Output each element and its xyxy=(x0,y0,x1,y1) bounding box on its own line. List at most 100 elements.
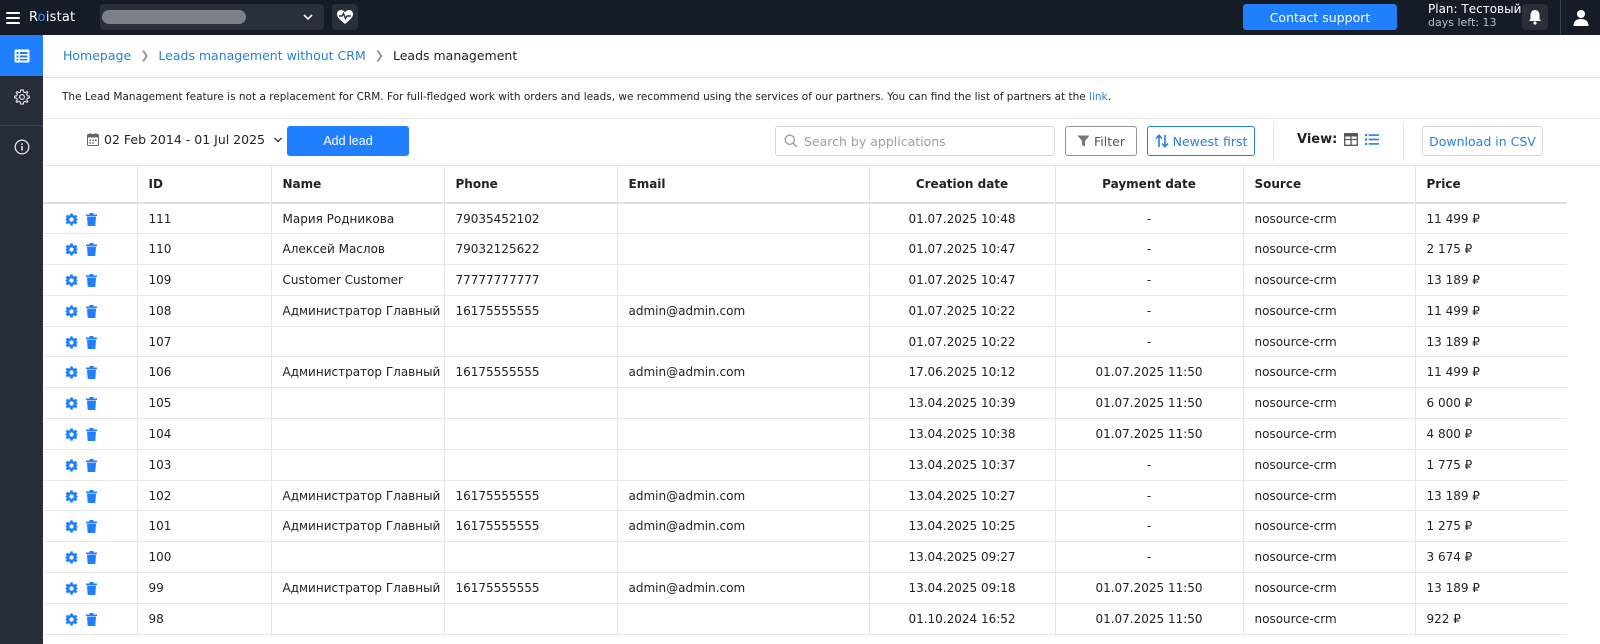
sidebar-item-settings[interactable] xyxy=(0,76,43,117)
gear-icon[interactable] xyxy=(65,613,78,626)
gear-icon[interactable] xyxy=(65,489,78,503)
column-header-email[interactable]: Email xyxy=(617,166,870,204)
trash-icon[interactable] xyxy=(86,304,97,318)
cell-price: 6 000 ₽ xyxy=(1415,387,1567,420)
cell-phone: 16175555555 xyxy=(444,295,618,327)
filter-button[interactable]: Filter xyxy=(1065,126,1137,156)
user-icon xyxy=(1573,9,1589,26)
sidebar-item-info[interactable] xyxy=(0,126,43,167)
table-row[interactable]: 108 Администратор Главный 16175555555 admin… xyxy=(43,295,1567,327)
logo[interactable]: Roistat xyxy=(29,10,75,25)
info-icon xyxy=(13,138,30,155)
list-view-icon[interactable] xyxy=(1365,133,1380,146)
calendar-icon xyxy=(87,133,99,146)
trash-icon[interactable] xyxy=(86,581,97,595)
cell-creation-date: 13.04.2025 09:27 xyxy=(869,541,1056,574)
plan-name: Plan: Тестовый xyxy=(1428,2,1522,16)
trash-icon[interactable] xyxy=(86,212,97,226)
table-row[interactable]: 104 13.04.2025 10:38 01.07.2025 11:50 nosou… xyxy=(43,418,1567,450)
table-row[interactable]: 105 13.04.2025 10:39 01.07.2025 11:50 nosou… xyxy=(43,387,1567,420)
cell-payment-date: - xyxy=(1055,480,1244,512)
gear-icon[interactable] xyxy=(65,335,78,349)
cell-phone: 77777777777 xyxy=(444,264,618,296)
cell-payment-date: - xyxy=(1055,203,1244,235)
trash-icon[interactable] xyxy=(86,489,97,503)
gear-icon[interactable] xyxy=(65,428,78,441)
cell-name xyxy=(271,449,445,481)
breadcrumb-homepage[interactable]: Homepage xyxy=(63,48,131,63)
column-header-name[interactable]: Name xyxy=(271,166,445,204)
date-range-value: 02 Feb 2014 - 01 Jul 2025 xyxy=(104,132,265,147)
trash-icon[interactable] xyxy=(86,520,97,534)
table-row[interactable]: 102 Администратор Главный 16175555555 admin… xyxy=(43,480,1567,512)
heart-pulse-icon xyxy=(337,10,353,24)
table-row[interactable]: 111 Мария Родникова 79035452102 01.07.2025 … xyxy=(43,203,1567,235)
notifications-button[interactable] xyxy=(1522,4,1548,30)
gear-icon[interactable] xyxy=(65,459,78,472)
table-row[interactable]: 98 01.10.2024 16:52 01.07.2025 11:50 nosour… xyxy=(43,603,1567,635)
table-row[interactable]: 107 01.07.2025 10:22- nosource-crm 13 189 ₽ xyxy=(43,326,1567,358)
cell-payment-date: - xyxy=(1055,541,1244,574)
gear-icon[interactable] xyxy=(65,366,78,379)
cell-creation-date: 01.07.2025 10:47 xyxy=(869,233,1056,266)
trash-icon[interactable] xyxy=(86,397,97,411)
date-range-picker[interactable]: 02 Feb 2014 - 01 Jul 2025 xyxy=(87,132,283,147)
row-actions xyxy=(43,572,138,604)
plan-info[interactable]: Plan: Тестовый days left: 13 xyxy=(1428,2,1522,30)
download-csv-button[interactable]: Download in CSV xyxy=(1422,126,1543,156)
sort-button[interactable]: Newest first xyxy=(1147,126,1255,156)
table-row[interactable]: 110 Алексей Маслов 79032125622 01.07.2025 1… xyxy=(43,233,1567,266)
table-row[interactable]: 103 13.04.2025 10:37- nosource-crm 1 775 ₽ xyxy=(43,449,1567,481)
trash-icon[interactable] xyxy=(86,427,97,441)
trash-icon[interactable] xyxy=(86,243,97,257)
trash-icon[interactable] xyxy=(86,366,97,380)
gear-icon[interactable] xyxy=(65,243,78,256)
hamburger-menu-icon[interactable] xyxy=(6,11,20,24)
sort-label: Newest first xyxy=(1172,133,1248,149)
trash-icon[interactable] xyxy=(86,335,97,349)
sidebar-item-leads[interactable] xyxy=(0,35,43,76)
contact-support-button[interactable]: Contact support xyxy=(1243,4,1397,30)
cell-price: 13 189 ₽ xyxy=(1415,264,1567,296)
gear-icon[interactable] xyxy=(65,213,78,226)
trash-icon[interactable] xyxy=(86,551,97,565)
cell-email xyxy=(617,387,870,420)
row-actions xyxy=(43,387,138,420)
cell-name xyxy=(271,326,445,358)
gear-icon[interactable] xyxy=(65,274,78,287)
table-row[interactable]: 106 Администратор Главный 16175555555 admin… xyxy=(43,356,1567,389)
gear-icon[interactable] xyxy=(65,305,78,318)
cell-id: 103 xyxy=(137,449,272,481)
gear-icon[interactable] xyxy=(65,520,78,533)
table-row[interactable]: 99 Администратор Главный 16175555555 admin@… xyxy=(43,572,1567,604)
column-header-phone[interactable]: Phone xyxy=(444,166,618,204)
table-header-row: ID Name Phone Email Creation date Paymen… xyxy=(43,166,1567,204)
table-row[interactable]: 109 Customer Customer 77777777777 01.07.202… xyxy=(43,264,1567,296)
cell-source: nosource-crm xyxy=(1243,387,1416,420)
trash-icon[interactable] xyxy=(86,458,97,472)
column-header-price[interactable]: Price xyxy=(1415,166,1567,204)
gear-icon[interactable] xyxy=(65,551,78,564)
grid-view-icon[interactable] xyxy=(1344,133,1359,146)
user-menu-button[interactable] xyxy=(1568,4,1594,30)
health-button[interactable] xyxy=(332,4,358,30)
search-input[interactable] xyxy=(804,133,1044,149)
trash-icon[interactable] xyxy=(86,612,97,626)
cell-name xyxy=(271,418,445,450)
column-header-creation-date[interactable]: Creation date xyxy=(869,166,1056,204)
gear-icon[interactable] xyxy=(65,397,78,410)
column-header-id[interactable]: ID xyxy=(137,166,272,204)
table-row[interactable]: 101 Администратор Главный 16175555555 admin… xyxy=(43,510,1567,543)
cell-price: 13 189 ₽ xyxy=(1415,572,1567,604)
search-box[interactable] xyxy=(775,126,1055,156)
column-header-payment-date[interactable]: Payment date xyxy=(1055,166,1244,204)
add-lead-button[interactable]: Add lead xyxy=(287,126,409,156)
column-header-source[interactable]: Source xyxy=(1243,166,1416,204)
left-sidebar xyxy=(0,35,43,644)
table-row[interactable]: 100 13.04.2025 09:27- nosource-crm 3 674 ₽ xyxy=(43,541,1567,574)
partners-link[interactable]: link xyxy=(1089,91,1108,103)
trash-icon[interactable] xyxy=(86,273,97,287)
breadcrumb-leads-without-crm[interactable]: Leads management without CRM xyxy=(158,48,365,63)
gear-icon[interactable] xyxy=(65,582,78,595)
project-select[interactable] xyxy=(100,4,324,30)
